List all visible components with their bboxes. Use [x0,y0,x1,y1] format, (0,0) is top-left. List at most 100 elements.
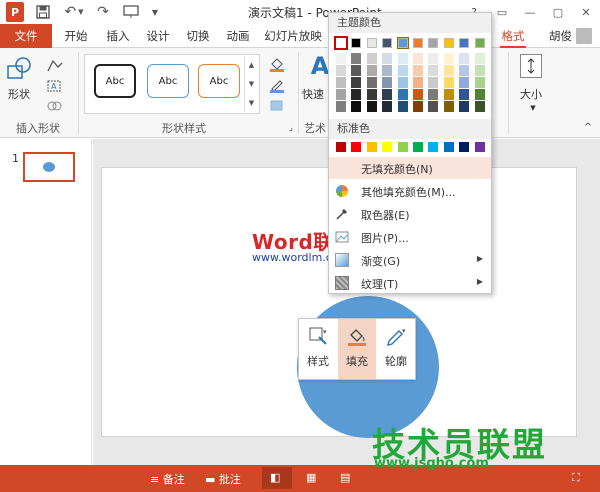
shape-format-tools[interactable] [264,54,290,116]
size-button[interactable]: 大小 [520,86,542,102]
theme-shade-swatch[interactable] [351,101,362,112]
theme-color-swatch[interactable] [459,38,470,48]
theme-shade-swatch[interactable] [397,89,408,100]
mini-style-button[interactable]: ▾ 样式 [299,319,337,379]
user-name[interactable]: 胡俊 [549,24,572,48]
picture-menu-item[interactable]: 图片(P)... [329,226,491,248]
theme-shade-swatch[interactable] [336,89,346,100]
theme-shade-swatch[interactable] [382,77,393,88]
theme-color-swatch[interactable] [351,38,362,48]
theme-color-swatch[interactable] [396,37,409,49]
standard-color-swatch[interactable] [459,142,470,152]
theme-shade-swatch[interactable] [366,53,377,64]
quick-styles-button[interactable]: 快速 [302,86,324,102]
theme-shade-swatch[interactable] [351,89,362,100]
theme-shade-swatch[interactable] [443,101,454,112]
tab-slideshow[interactable]: 幻灯片放映 [262,24,324,48]
gallery-more-icon[interactable]: ▼ [249,99,254,107]
theme-shade-swatch[interactable] [382,101,393,112]
customize-quick-access-button[interactable]: ▼ [148,2,162,22]
mini-outline-button[interactable]: ▾ 轮廓 [377,319,415,379]
theme-shade-swatch[interactable] [474,89,485,100]
theme-shade-swatch[interactable] [443,77,454,88]
collapse-ribbon-icon[interactable]: ^ [582,122,594,133]
eyedropper-menu-item[interactable]: 取色器(E) [329,203,491,225]
theme-color-swatch[interactable] [413,38,423,48]
avatar[interactable] [576,28,592,44]
theme-shade-swatch[interactable] [366,77,377,88]
theme-shade-swatch[interactable] [382,89,393,100]
standard-color-swatch[interactable] [428,142,439,152]
redo-button[interactable]: ↷ [94,2,112,22]
fit-to-window-button[interactable]: ⛶ [572,471,580,485]
theme-shade-swatch[interactable] [443,65,454,76]
theme-shade-swatch[interactable] [413,89,423,100]
shapes-button[interactable] [6,56,34,84]
shape-edit-tools[interactable]: A [44,56,66,116]
theme-shade-swatch[interactable] [413,65,423,76]
theme-shade-swatch[interactable] [397,77,408,88]
gallery-scroll[interactable]: ▲ ▼ ▼ [244,56,258,112]
no-fill-menu-item[interactable]: 无填充颜色(N) [329,157,491,179]
theme-shade-swatch[interactable] [474,53,485,64]
theme-shade-swatch[interactable] [397,65,408,76]
standard-color-swatch[interactable] [351,142,362,152]
theme-shade-swatch[interactable] [397,53,408,64]
shape-style-option-1[interactable]: Abc [94,64,136,98]
theme-shade-swatch[interactable] [336,101,346,112]
theme-shade-swatch[interactable] [459,65,470,76]
standard-color-swatch[interactable] [336,142,346,152]
mini-fill-button[interactable]: 填充 [338,319,376,379]
standard-color-swatch[interactable] [443,142,454,152]
theme-color-swatch[interactable] [382,38,393,48]
theme-shade-swatch[interactable] [397,101,408,112]
theme-shade-swatch[interactable] [413,77,423,88]
theme-shade-swatch[interactable] [382,65,393,76]
theme-shade-swatch[interactable] [459,101,470,112]
standard-color-swatch[interactable] [382,142,393,152]
theme-color-swatch[interactable] [428,38,439,48]
more-colors-menu-item[interactable]: 其他填充颜色(M)... [329,180,491,202]
theme-shade-swatch[interactable] [428,77,439,88]
minimize-button[interactable]: — [516,0,544,24]
theme-shade-swatch[interactable] [366,101,377,112]
theme-shade-swatch[interactable] [459,53,470,64]
notes-button[interactable]: ≡ 备注 [150,471,185,487]
theme-shade-swatch[interactable] [459,89,470,100]
theme-shade-swatch[interactable] [336,77,346,88]
dialog-launcher-icon[interactable]: ⌟ [286,122,296,132]
maximize-button[interactable]: ▢ [544,0,572,24]
theme-shade-swatch[interactable] [428,53,439,64]
chevron-down-icon[interactable]: ▼ [528,104,538,112]
close-button[interactable]: ✕ [572,0,600,24]
standard-color-swatch[interactable] [397,142,408,152]
theme-shade-swatch[interactable] [366,89,377,100]
size-icon[interactable] [520,54,542,78]
theme-shade-swatch[interactable] [413,101,423,112]
theme-shade-swatch[interactable] [474,101,485,112]
texture-menu-item[interactable]: 纹理(T) ▶ [329,272,491,294]
tab-file[interactable]: 文件 [0,24,52,48]
theme-shade-swatch[interactable] [474,77,485,88]
slide-sorter-button[interactable]: ▦ [306,471,316,484]
theme-color-swatch[interactable] [366,38,377,48]
theme-shade-swatch[interactable] [336,53,346,64]
tab-animations[interactable]: 动画 [222,24,254,48]
theme-shade-swatch[interactable] [428,101,439,112]
tab-insert[interactable]: 插入 [102,24,134,48]
reading-view-button[interactable]: ▤ [340,471,350,484]
gradient-menu-item[interactable]: 渐变(G) ▶ [329,249,491,271]
tab-transitions[interactable]: 切换 [182,24,214,48]
theme-shade-swatch[interactable] [443,89,454,100]
theme-color-swatch[interactable] [443,38,454,48]
undo-button[interactable]: ↶ ▼ [60,2,88,22]
shape-style-option-3[interactable]: Abc [198,64,240,98]
ribbon-display-button[interactable]: ▭ [488,0,516,24]
theme-shade-swatch[interactable] [382,53,393,64]
theme-color-swatch[interactable] [474,38,485,48]
save-button[interactable] [34,2,52,22]
theme-shade-swatch[interactable] [366,65,377,76]
theme-shade-swatch[interactable] [413,53,423,64]
standard-color-swatch[interactable] [413,142,423,152]
shape-style-option-2[interactable]: Abc [147,64,189,98]
